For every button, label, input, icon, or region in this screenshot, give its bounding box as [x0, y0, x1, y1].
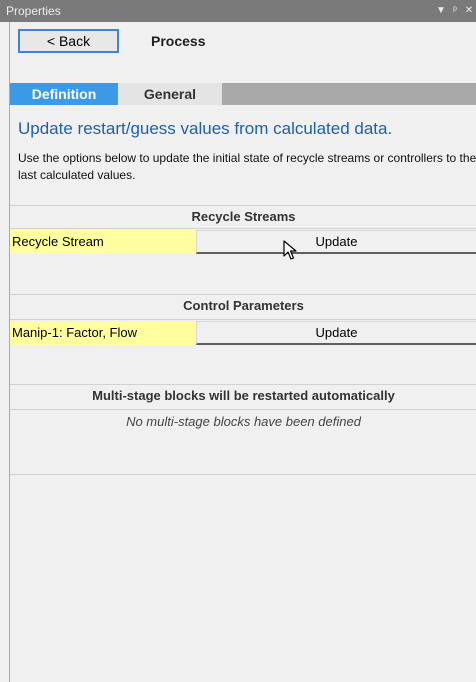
manip-1-label: Manip-1: Factor, Flow: [10, 321, 195, 345]
multistage-title: Multi-stage blocks will be restarted aut…: [92, 388, 395, 403]
tab-general[interactable]: General: [118, 83, 222, 105]
multistage-empty-note: No multi-stage blocks have been defined: [126, 414, 361, 429]
divider: [10, 409, 476, 410]
recycle-streams-title: Recycle Streams: [191, 209, 296, 224]
section-heading: Update restart/guess values from calcula…: [18, 119, 393, 138]
back-button[interactable]: < Back: [18, 29, 119, 53]
recycle-stream-label: Recycle Stream: [10, 230, 195, 254]
divider: [10, 384, 476, 385]
divider: [10, 294, 476, 295]
page-title: Process: [151, 33, 206, 49]
pin-icon[interactable]: ᵖ: [448, 0, 462, 22]
tab-definition[interactable]: Definition: [10, 83, 118, 105]
section-description: Use the options below to update the init…: [18, 151, 476, 182]
dropdown-arrow-icon[interactable]: ▼: [434, 0, 448, 22]
manip-1-update-button[interactable]: Update: [196, 321, 476, 345]
properties-titlebar: Properties ▼ ᵖ ✕: [0, 0, 476, 22]
tab-strip: Definition General: [10, 83, 476, 105]
properties-panel: < Back Process Definition General Update…: [9, 22, 476, 682]
divider: [10, 228, 476, 229]
divider: [10, 205, 476, 206]
mouse-cursor-icon: [283, 240, 297, 260]
recycle-stream-update-button[interactable]: Update: [196, 230, 476, 254]
divider: [10, 474, 476, 475]
divider: [10, 319, 476, 320]
titlebar-icons: ▼ ᵖ ✕: [434, 0, 476, 22]
control-parameters-title: Control Parameters: [183, 298, 304, 313]
close-icon[interactable]: ✕: [462, 0, 476, 22]
window-title: Properties: [6, 4, 61, 18]
